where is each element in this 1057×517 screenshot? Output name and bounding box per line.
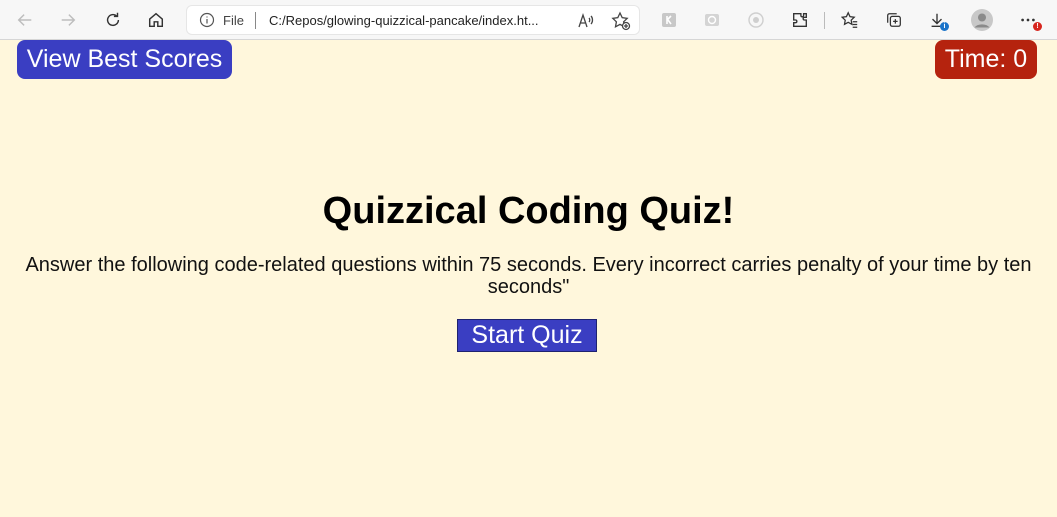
refresh-icon[interactable] <box>99 6 127 34</box>
downloads-icon[interactable]: i <box>923 6 951 34</box>
toolbar-separator <box>824 12 825 29</box>
timer-display: Time: 0 <box>935 40 1037 79</box>
more-icon[interactable]: ! <box>1014 6 1042 34</box>
url-text[interactable]: C:/Repos/glowing-quizzical-pancake/index… <box>269 13 559 28</box>
extension-1-icon[interactable] <box>655 6 683 34</box>
view-best-scores-button[interactable]: View Best Scores <box>17 40 232 79</box>
start-quiz-button[interactable]: Start Quiz <box>457 319 597 352</box>
file-label: File <box>223 13 244 28</box>
address-separator <box>255 12 256 29</box>
favorites-icon[interactable] <box>836 6 864 34</box>
read-aloud-icon[interactable] <box>577 12 595 30</box>
collections-icon[interactable] <box>880 6 908 34</box>
page-title: Quizzical Coding Quiz! <box>322 190 735 232</box>
menu-badge: ! <box>1033 22 1042 31</box>
add-favorite-icon[interactable] <box>611 11 631 31</box>
extension-2-icon[interactable] <box>698 6 726 34</box>
extension-3-icon[interactable] <box>742 6 770 34</box>
info-icon[interactable] <box>199 12 215 28</box>
home-icon[interactable] <box>142 6 170 34</box>
forward-icon[interactable] <box>54 6 82 34</box>
download-badge: i <box>940 22 949 31</box>
extensions-icon[interactable] <box>786 6 814 34</box>
browser-toolbar: File C:/Repos/glowing-quizzical-pancake/… <box>0 0 1057 40</box>
back-icon[interactable] <box>11 6 39 34</box>
timer-label: Time: 0 <box>944 45 1028 73</box>
profile-icon[interactable] <box>968 6 996 34</box>
quiz-instructions: Answer the following code-related questi… <box>25 254 1032 298</box>
address-bar[interactable]: File C:/Repos/glowing-quizzical-pancake/… <box>186 5 640 35</box>
